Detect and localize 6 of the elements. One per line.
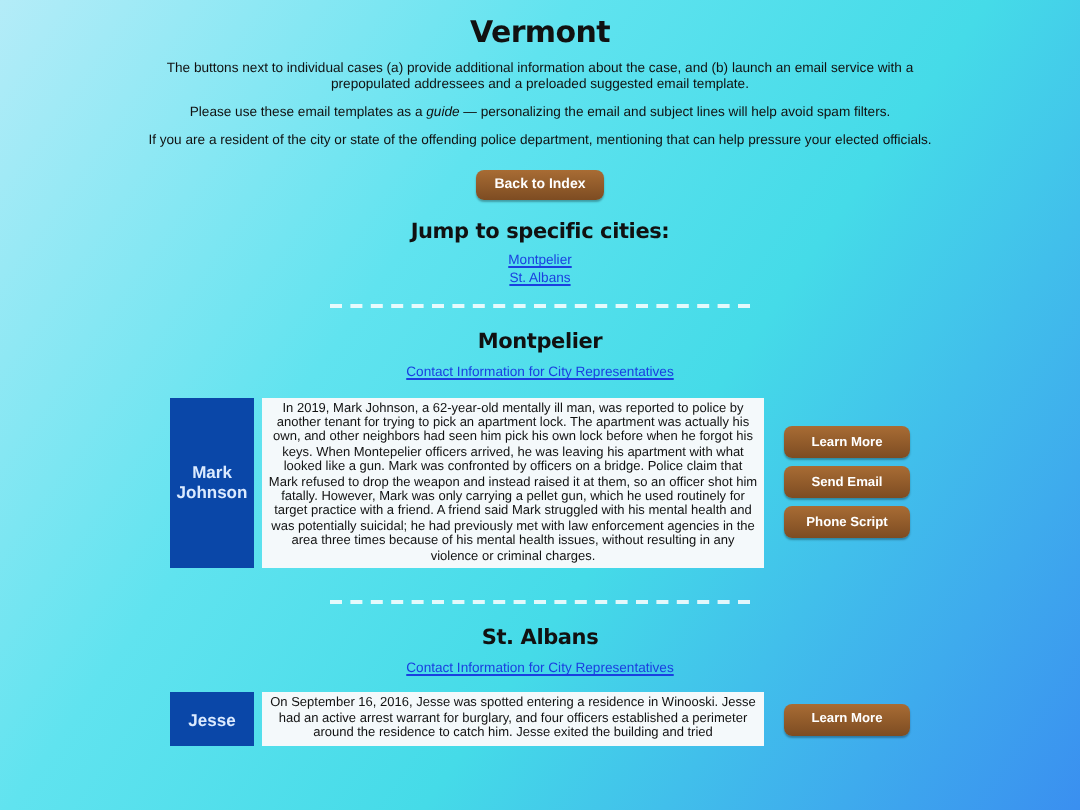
city-heading: St. Albans xyxy=(481,625,599,650)
page-title: Vermont xyxy=(469,14,611,50)
jump-heading: Jump to specific cities: xyxy=(410,220,670,244)
city-heading: Montpelier xyxy=(477,330,603,354)
person-name: Mark Johnson xyxy=(170,397,254,568)
person-name: Jesse xyxy=(170,692,254,746)
